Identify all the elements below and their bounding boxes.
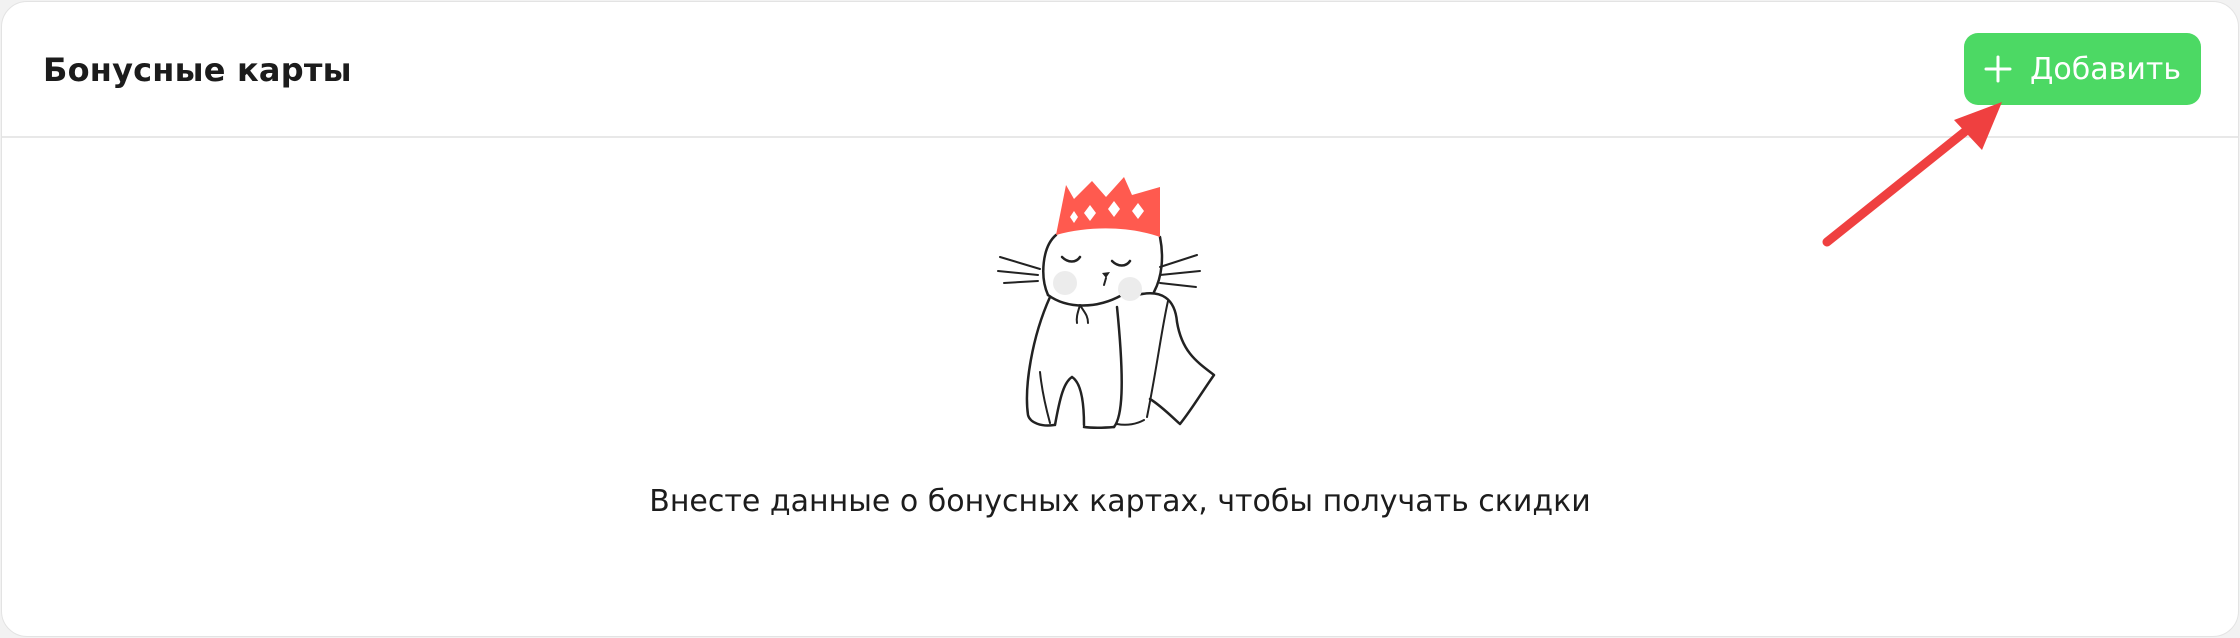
add-card-button[interactable]: Добавить xyxy=(1964,33,2201,105)
panel-header: Бонусные карты xyxy=(2,2,2238,138)
add-button-label: Добавить xyxy=(2029,51,2181,87)
plus-icon xyxy=(1984,55,2012,83)
page-title: Бонусные карты xyxy=(43,51,352,89)
cat-with-crown-illustration xyxy=(997,177,1216,429)
empty-state-message: Внесте данные о бонусных картах, чтобы п… xyxy=(649,484,1591,519)
bonus-cards-panel: Бонусные карты Добавить Внесте данные о … xyxy=(1,1,2239,637)
